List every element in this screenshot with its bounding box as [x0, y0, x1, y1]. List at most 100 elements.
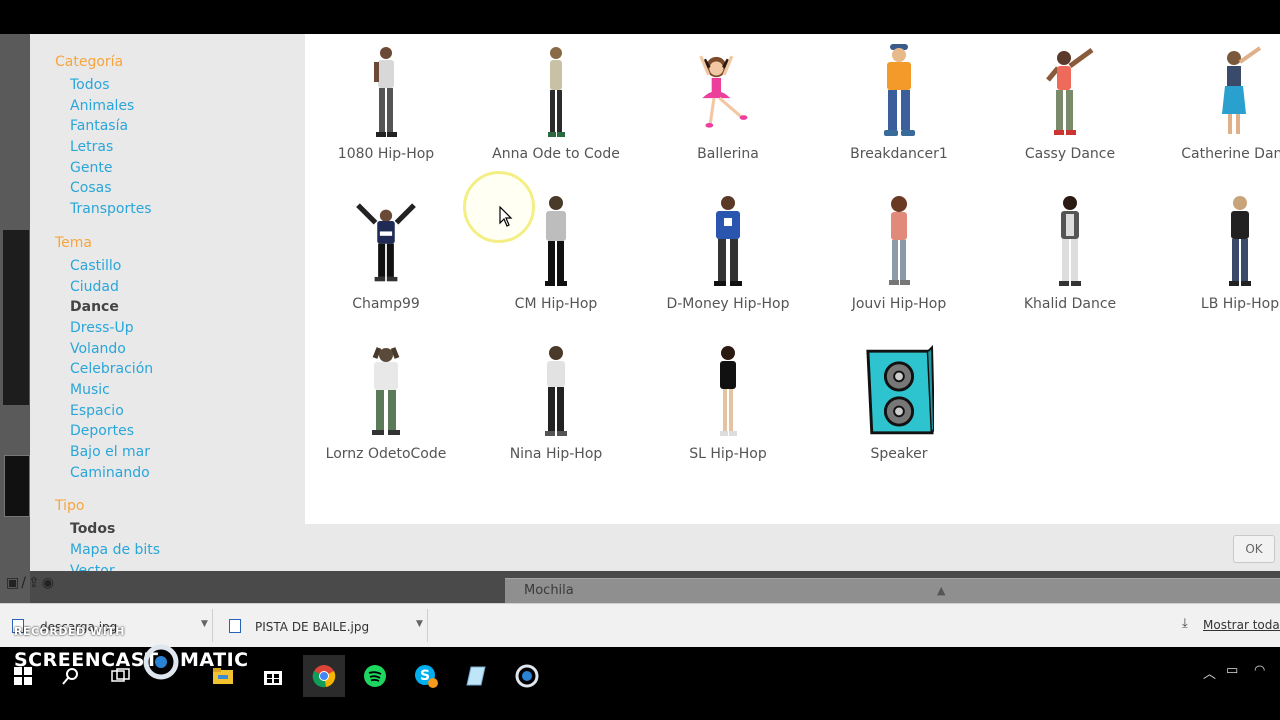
new-backdrop-tools[interactable]: ▣/⇪◉: [6, 575, 56, 591]
backpack-label: Mochila: [524, 583, 574, 598]
sprite-tile[interactable]: Champ99: [305, 184, 471, 324]
theme-celebracion[interactable]: Celebración: [70, 361, 153, 377]
screencast-o-matic-logo-icon: [143, 644, 179, 680]
backpack-bar[interactable]: Mochila ▲: [505, 578, 1280, 603]
category-todos[interactable]: Todos: [70, 77, 109, 93]
dancer-figure-icon: [351, 344, 421, 439]
sprite-name: CM Hip-Hop: [514, 296, 598, 312]
chevron-down-icon[interactable]: ▼: [201, 619, 208, 629]
sprite-tile[interactable]: Nina Hip-Hop: [471, 334, 641, 474]
sprite-name: Champ99: [352, 296, 420, 312]
theme-bajo-el-mar[interactable]: Bajo el mar: [70, 444, 150, 460]
browser-top-strip: [0, 0, 1280, 34]
sprite-tile[interactable]: LB Hip-Hop: [1155, 184, 1280, 324]
image-icon[interactable]: ▣: [6, 575, 21, 591]
ballerina-icon: [693, 44, 763, 139]
category-fantasia[interactable]: Fantasía: [70, 118, 128, 134]
watermark-recorded-with: RECORDED WITH: [14, 625, 125, 638]
sprite-name: D-Money Hip-Hop: [666, 296, 790, 312]
category-gente[interactable]: Gente: [70, 160, 112, 176]
sprite-tile[interactable]: D-Money Hip-Hop: [643, 184, 813, 324]
sprite-tile[interactable]: Cassy Dance: [985, 34, 1155, 174]
sprite-name: Cassy Dance: [1024, 146, 1116, 162]
dancer-figure-icon: [1205, 194, 1275, 289]
theme-caminando[interactable]: Caminando: [70, 465, 150, 481]
watermark-screencast: SCREENCAST: [14, 649, 159, 671]
speaker-icon: [864, 344, 934, 439]
breakdancer-icon: [864, 44, 934, 139]
category-animales[interactable]: Animales: [70, 98, 134, 114]
theme-deportes[interactable]: Deportes: [70, 423, 134, 439]
theme-music[interactable]: Music: [70, 382, 110, 398]
downloads-bar: descarga.jpg ▼ PISTA DE BAILE.jpg ▼ ⤓ Mo…: [0, 603, 1280, 648]
sprite-library-dialog: Categoría Todos Animales Fantasía Letras…: [30, 34, 1280, 571]
spotify-icon[interactable]: [354, 655, 396, 697]
type-bitmap[interactable]: Mapa de bits: [70, 542, 160, 558]
theme-dress-up[interactable]: Dress-Up: [70, 320, 134, 336]
dancer-figure-icon: [351, 44, 421, 139]
dancer-figure-icon: [521, 194, 591, 289]
theme-castillo[interactable]: Castillo: [70, 258, 121, 274]
sprite-name: Breakdancer1: [850, 146, 948, 162]
store-icon[interactable]: [252, 655, 294, 697]
filter-sidebar: Categoría Todos Animales Fantasía Letras…: [30, 34, 305, 571]
sprite-tile[interactable]: Jouvi Hip-Hop: [814, 184, 984, 324]
theme-heading: Tema: [55, 235, 93, 251]
sprite-tile[interactable]: Lornz OdetoCode: [305, 334, 471, 474]
theme-volando[interactable]: Volando: [70, 341, 126, 357]
dancer-figure-icon: [1205, 44, 1275, 139]
ok-button[interactable]: OK: [1233, 535, 1275, 563]
sprite-name: Catherine Dance: [1181, 146, 1280, 162]
show-all-downloads-link[interactable]: Mostrar todas: [1203, 618, 1280, 632]
dancer-figure-icon: [1035, 194, 1105, 289]
sprite-name: Lornz OdetoCode: [325, 446, 447, 462]
category-letras[interactable]: Letras: [70, 139, 113, 155]
watermark-matic: MATIC: [180, 649, 249, 671]
dancer-figure-icon: [521, 44, 591, 139]
battery-icon[interactable]: ▭: [1226, 663, 1238, 678]
sprite-tile[interactable]: Speaker: [814, 334, 984, 474]
dancer-figure-icon: [693, 344, 763, 439]
file-icon: [229, 619, 241, 633]
category-cosas[interactable]: Cosas: [70, 180, 112, 196]
category-heading: Categoría: [55, 54, 124, 70]
theme-espacio[interactable]: Espacio: [70, 403, 124, 419]
sprite-grid: 1080 Hip-Hop Anna Ode to Code Ballerina …: [305, 34, 1280, 524]
sprite-name: Anna Ode to Code: [492, 146, 620, 162]
sprite-name: Ballerina: [697, 146, 759, 162]
download-filename: PISTA DE BAILE.jpg: [255, 620, 370, 634]
type-vector[interactable]: Vector: [70, 563, 115, 571]
theme-dance[interactable]: Dance: [70, 299, 119, 315]
sprite-tile[interactable]: SL Hip-Hop: [643, 334, 813, 474]
dancer-figure-icon: [1035, 44, 1105, 139]
sprite-tile[interactable]: Ballerina: [643, 34, 813, 174]
stage-preview: [3, 230, 29, 405]
wifi-icon[interactable]: ◠: [1254, 663, 1265, 678]
download-icon: ⤓: [1182, 616, 1188, 631]
chevron-down-icon[interactable]: ▼: [416, 619, 423, 629]
sprite-tile[interactable]: Anna Ode to Code: [471, 34, 641, 174]
skype-icon[interactable]: S: [405, 655, 447, 697]
dancer-figure-icon: [521, 344, 591, 439]
download-item[interactable]: PISTA DE BAILE.jpg ▼: [217, 609, 428, 642]
category-transportes[interactable]: Transportes: [70, 201, 152, 217]
sprite-tile[interactable]: Khalid Dance: [985, 184, 1155, 324]
paint-icon[interactable]: /: [21, 575, 28, 591]
sprite-tile[interactable]: Breakdancer1: [814, 34, 984, 174]
sprite-tile[interactable]: CM Hip-Hop: [471, 184, 641, 324]
sprite-name: Jouvi Hip-Hop: [851, 296, 947, 312]
camera-icon[interactable]: ◉: [42, 575, 56, 591]
screen-recorder-icon[interactable]: [506, 655, 548, 697]
chevron-up-icon[interactable]: ︿: [1203, 663, 1216, 682]
dancer-figure-icon: [864, 194, 934, 289]
type-heading: Tipo: [55, 498, 85, 514]
sprite-tile[interactable]: Catherine Dance: [1155, 34, 1280, 174]
stage-thumbnail: [4, 455, 30, 517]
notes-app-icon[interactable]: [455, 655, 497, 697]
theme-ciudad[interactable]: Ciudad: [70, 279, 119, 295]
chrome-icon[interactable]: [303, 655, 345, 697]
dancer-figure-icon: [693, 194, 763, 289]
sprite-tile[interactable]: 1080 Hip-Hop: [305, 34, 471, 174]
upload-icon[interactable]: ⇪: [28, 575, 42, 591]
type-todos[interactable]: Todos: [70, 521, 115, 537]
